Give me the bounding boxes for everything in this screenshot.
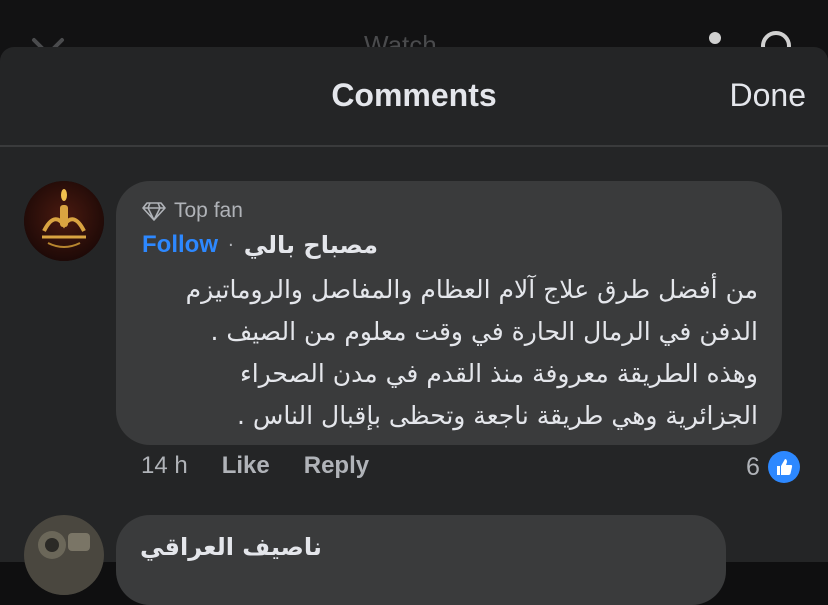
reply-button[interactable]: Reply	[304, 452, 369, 480]
comment-line: من أفضل طرق علاج آلام العظام والمفاصل وا…	[185, 275, 758, 304]
avatar-photo	[24, 515, 104, 595]
separator-dot: ·	[227, 234, 234, 256]
comment-actions: 14 h Like Reply	[141, 452, 369, 480]
reaction-count: 6	[746, 452, 760, 481]
sheet-title: Comments	[331, 77, 497, 113]
top-fan-label: Top fan	[174, 199, 243, 222]
like-icon	[767, 451, 800, 483]
avatar[interactable]	[24, 181, 104, 261]
comment-bubble[interactable]: Top fan Follow · مصباح بالي من أفضل طرق …	[116, 181, 782, 445]
comment-line: الدفن في الرمال الحارة في وقت معلوم من ا…	[210, 317, 758, 346]
avatar-logo-image	[24, 181, 104, 261]
like-button[interactable]: Like	[222, 452, 270, 480]
diamond-icon	[142, 202, 166, 221]
comment-author-row: Follow · مصباح بالي	[142, 231, 378, 259]
comment-author[interactable]: مصباح بالي	[244, 231, 378, 259]
sheet-header: Comments Done	[0, 47, 828, 147]
comment-text: من أفضل طرق علاج آلام العظام والمفاصل وا…	[138, 269, 758, 437]
done-button[interactable]: Done	[730, 77, 807, 114]
comment-line: وهذه الطريقة معروفة منذ القدم في مدن الص…	[239, 359, 758, 388]
comment-line: الجزائرية وهي طريقة ناجعة وتحظى بإقبال ا…	[236, 401, 758, 430]
top-fan-badge: Top fan	[142, 199, 243, 223]
comment-time: 14 h	[141, 452, 188, 479]
comment-bubble[interactable]: ناصيف العراقي	[116, 515, 726, 605]
reaction-summary[interactable]: 6	[746, 451, 800, 483]
follow-button[interactable]: Follow	[142, 231, 218, 259]
avatar[interactable]	[24, 515, 104, 595]
comment-author[interactable]: ناصيف العراقي	[140, 533, 322, 561]
